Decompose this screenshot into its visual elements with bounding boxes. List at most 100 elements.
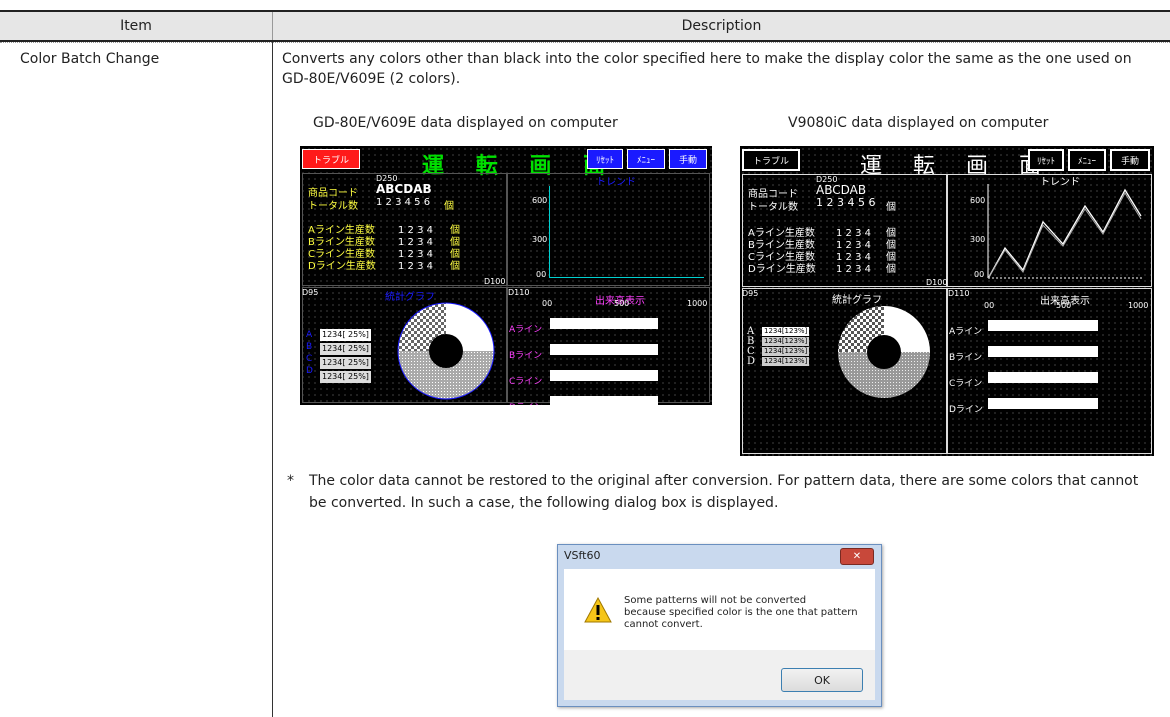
output-line-c-mono: Cライン [949,379,983,389]
d100-label-mono: D100 [926,278,948,287]
line-c-label: Cライン生産数 [308,249,375,260]
screen-v9080ic: トラブル 運 転 画 面 ﾘｾｯﾄ ﾒﾆｭｰ 手動 D250 商品コード ABC… [740,146,1154,456]
total-value: 1 2 3 4 5 6 [376,197,431,208]
line-a-unit-mono: 個 [886,228,896,239]
screen-gd80e: トラブル 運 転 画 面 ﾘｾｯﾄ ﾒﾆｭｰ 手動 D250 商品コード ABC… [300,146,712,405]
output-bar-b [550,344,658,355]
scale-0: 00 [542,299,553,308]
row-description: Converts any colors other than black int… [282,51,1132,87]
d95-label-mono: D95 [742,289,759,298]
line-d-label: Dライン生産数 [308,261,376,272]
row-separator [0,42,1170,43]
output-line-a: Aライン [509,325,543,335]
warning-dialog: VSft60 ✕ Some patterns will not be conve… [557,544,882,707]
caption-left: GD-80E/V609E data displayed on computer [313,115,618,131]
y-axis [549,186,550,278]
line-d-label-mono: Dライン生産数 [748,264,816,275]
header-item: Item [120,18,152,34]
output-bar-d-mono [988,398,1098,409]
d95-label: D95 [302,288,319,297]
line-b-label: Bライン生産数 [308,237,375,248]
trouble-button: トラブル [302,149,360,169]
legend-b-value-mono: 1234[123%] [762,337,810,346]
warning-icon [584,597,612,623]
line-d-value-mono: 1 2 3 4 [836,264,871,275]
scale-500-mono: 500 [1056,301,1072,310]
note-mark: * [287,473,294,489]
output-bar-c [550,370,658,381]
ok-button[interactable]: OK [781,668,863,692]
legend-d-value-mono: 1234[123%] [762,357,810,366]
menu-button-mono: ﾒﾆｭｰ [1068,149,1106,171]
scale-500: 500 [614,299,630,308]
legend-c-value: 1234[ 25%] [320,357,371,369]
y-tick-0-mono: 00 [974,270,985,279]
line-a-value-mono: 1 2 3 4 [836,228,871,239]
x-axis [549,277,704,278]
note-text: The color data cannot be restored to the… [309,473,1139,511]
total-label: トータル数 [308,201,358,212]
dialog-footer: OK [564,650,875,700]
dialog-message-line-2: because specified color is the one that … [624,607,858,618]
legend-a: A [306,330,313,340]
scale-1000: 1000 [687,299,708,308]
legend-d-mono: D [747,356,756,367]
line-d-unit-mono: 個 [886,264,896,275]
donut-chart [397,302,495,400]
line-b-unit: 個 [450,237,460,248]
column-divider [272,42,273,717]
line-b-value: 1 2 3 4 [398,237,433,248]
output-line-b-mono: Bライン [949,353,983,363]
line-a-label-mono: Aライン生産数 [748,228,815,239]
output-line-d: Dライン [509,395,543,405]
line-b-label-mono: Bライン生産数 [748,240,815,251]
legend-d: D [306,366,313,376]
scale-1000-mono: 1000 [1128,301,1149,310]
dialog-title: VSft60 [564,549,601,562]
product-code-value: ABCDAB [376,182,432,196]
total-unit-mono: 個 [886,202,896,213]
output-line-c: Cライン [509,377,543,387]
line-a-unit: 個 [450,225,460,236]
line-c-value: 1 2 3 4 [398,249,433,260]
trend-line-mono [987,184,1143,279]
donut-chart-mono [838,306,930,398]
total-value-mono: 1 2 3 4 5 6 [816,196,876,209]
dialog-message-line-3: cannot convert. [624,619,703,630]
dialog-body: Some patterns will not be converted beca… [564,569,875,650]
output-bar-a-mono [988,320,1098,331]
line-c-value-mono: 1 2 3 4 [836,252,871,263]
caption-right: V9080iC data displayed on computer [788,115,1049,131]
line-a-label: Aライン生産数 [308,225,375,236]
reset-button: ﾘｾｯﾄ [587,149,623,169]
output-line-d-mono: Dライン [949,405,983,415]
header-description: Description [272,12,1170,40]
note: * The color data cannot be restored to t… [282,470,1142,514]
y-tick-600: 600 [532,196,548,205]
line-c-unit: 個 [450,249,460,260]
scale-0-mono: 00 [984,301,995,310]
output-bar-c-mono [988,372,1098,383]
product-code-value-mono: ABCDAB [816,183,867,197]
total-label-mono: トータル数 [748,202,798,213]
trouble-button-mono: トラブル [742,149,800,171]
manual-button: 手動 [669,149,707,169]
output-bar-b-mono [988,346,1098,357]
legend-c-value-mono: 1234[123%] [762,347,810,356]
output-bar-a [550,318,658,329]
legend-d-value: 1234[ 25%] [320,371,371,383]
legend-b-value: 1234[ 25%] [320,343,371,355]
line-b-unit-mono: 個 [886,240,896,251]
manual-button-mono: 手動 [1110,149,1150,171]
close-icon[interactable]: ✕ [840,548,874,565]
line-d-value: 1 2 3 4 [398,261,433,272]
legend-a-value: 1234[ 25%] [320,329,371,341]
total-unit: 個 [444,201,454,212]
line-c-unit-mono: 個 [886,252,896,263]
y-tick-300: 300 [532,235,548,244]
legend-c: C [306,354,313,364]
output-line-a-mono: Aライン [949,327,983,337]
line-d-unit: 個 [450,261,460,272]
dialog-message-line-1: Some patterns will not be converted [624,595,807,606]
row-item: Color Batch Change [20,51,160,67]
